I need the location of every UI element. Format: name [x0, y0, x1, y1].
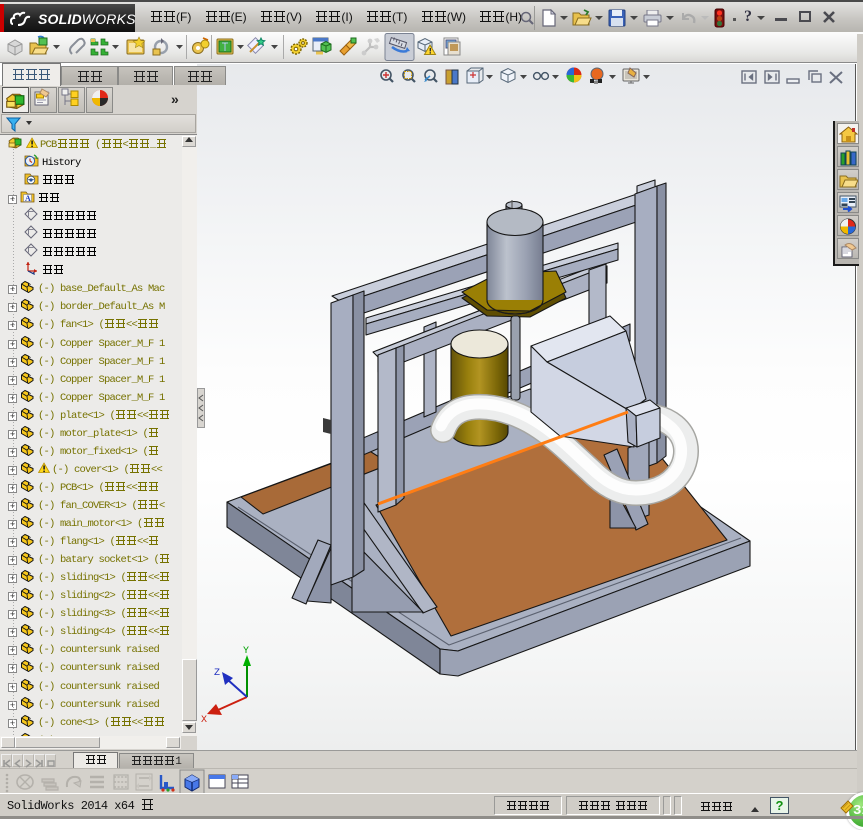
svg-text:Y: Y [243, 646, 249, 657]
svg-text:X: X [201, 715, 207, 726]
svg-text:Z: Z [214, 668, 220, 679]
